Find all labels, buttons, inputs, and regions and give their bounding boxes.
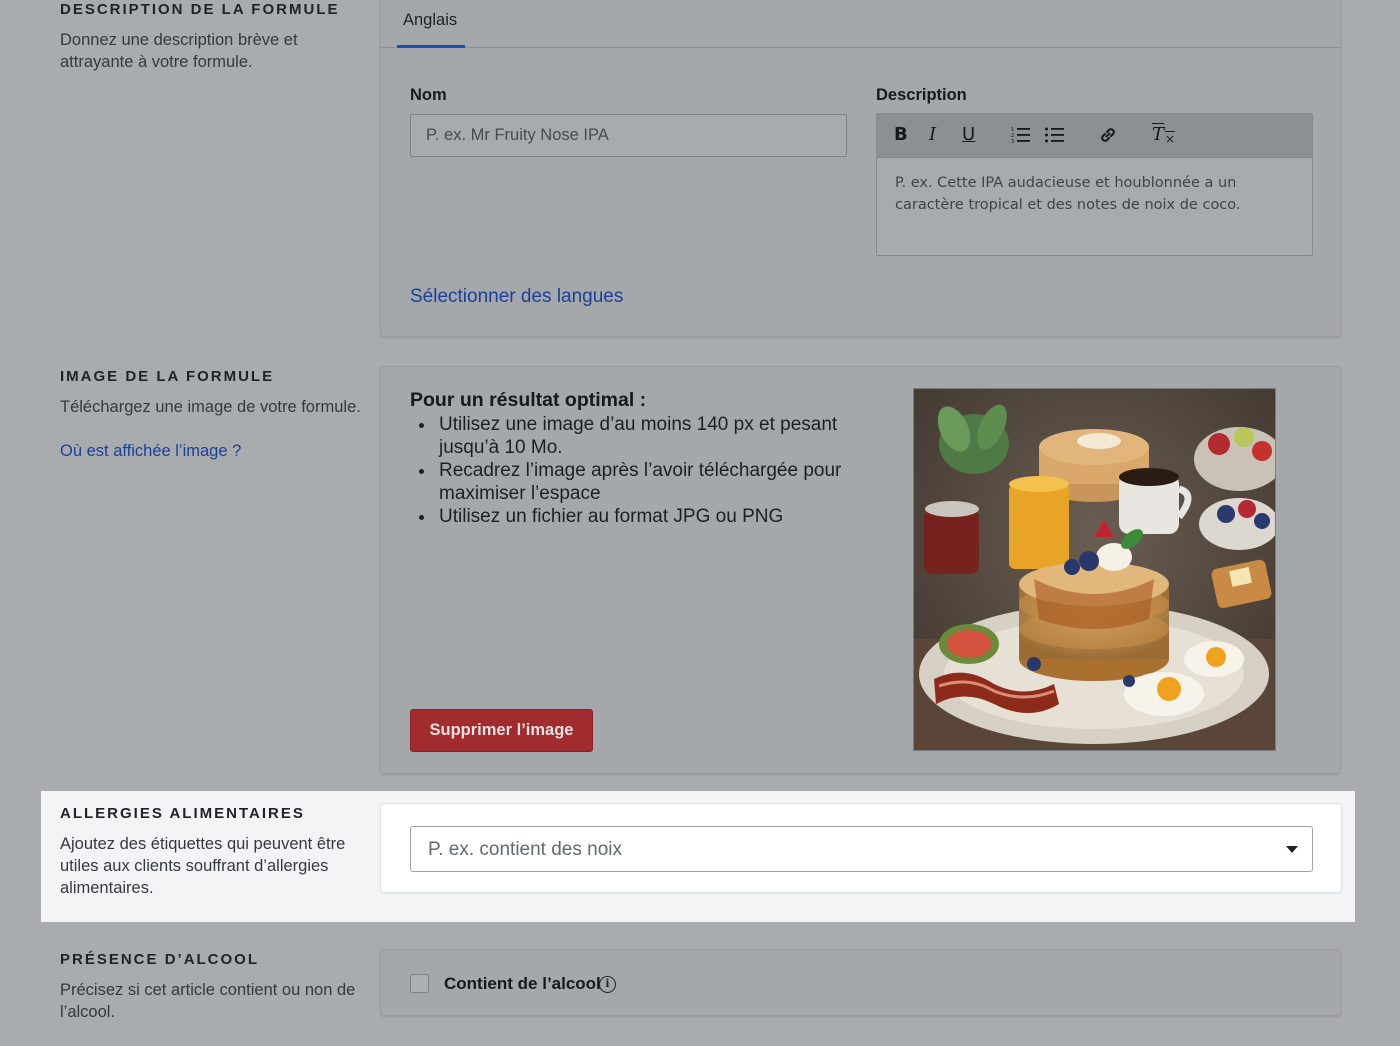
tips-list: Utilisez une image d’au moins 140 px et …: [410, 413, 860, 528]
allergy-select-placeholder: P. ex. contient des noix: [428, 839, 622, 860]
section-title-image: IMAGE DE LA FORMULE: [60, 368, 275, 385]
allergy-card: P. ex. contient des noix: [380, 803, 1342, 893]
info-icon[interactable]: i: [599, 976, 616, 993]
underline-button[interactable]: U: [962, 124, 975, 148]
bold-button[interactable]: B: [894, 124, 908, 148]
section-title-alcohol: PRÉSENCE D’ALCOOL: [60, 951, 260, 968]
name-input[interactable]: [410, 114, 847, 157]
breakfast-photo: [913, 388, 1276, 751]
language-tabs: Anglais: [381, 0, 1340, 48]
italic-button[interactable]: I: [929, 124, 936, 148]
list-item: Utilisez une image d’au moins 140 px et …: [410, 413, 860, 459]
select-languages-link[interactable]: Sélectionner des langues: [410, 286, 623, 308]
allergy-select[interactable]: P. ex. contient des noix: [410, 826, 1313, 872]
list-item: Utilisez un fichier au format JPG ou PNG: [410, 505, 860, 528]
section-desc-alcohol: Précisez si cet article contient ou non …: [60, 981, 356, 1021]
clear-format-label: T: [1152, 124, 1165, 145]
editor-toolbar: B I U 1 2 3 T×: [877, 114, 1312, 158]
section-desc-description: Donnez une description brève et attrayan…: [60, 31, 298, 71]
clear-format-icon[interactable]: T×: [1152, 124, 1175, 148]
section-title-allergies: ALLERGIES ALIMENTAIRES: [60, 805, 305, 822]
allergy-section: ALLERGIES ALIMENTAIRES Ajoutez des étiqu…: [41, 791, 1355, 922]
description-label: Description: [876, 86, 967, 104]
chevron-down-icon: [1286, 846, 1298, 853]
section-title-description: DESCRIPTION DE LA FORMULE: [60, 1, 340, 18]
description-editor[interactable]: B I U 1 2 3 T× P. ex. Cette IPA audacieu…: [876, 113, 1313, 256]
section-desc-allergies: Ajoutez des étiquettes qui peuvent être …: [60, 835, 346, 897]
description-card: Anglais Nom Description B I U 1 2 3: [380, 0, 1341, 337]
contains-alcohol-label[interactable]: Contient de l’alcool: [444, 974, 601, 994]
svg-text:3: 3: [1011, 139, 1014, 144]
ordered-list-icon[interactable]: 1 2 3: [1011, 126, 1031, 150]
tips-title: Pour un résultat optimal :: [410, 389, 647, 411]
list-item: Recadrez l’image après l’avoir télécharg…: [410, 459, 860, 505]
section-desc-image: Téléchargez une image de votre formule.: [60, 398, 361, 416]
delete-image-button[interactable]: Supprimer l’image: [410, 709, 593, 752]
where-image-link[interactable]: Où est affichée l’image ?: [60, 442, 241, 461]
alcohol-card: Contient de l’alcool i: [380, 949, 1341, 1016]
tab-english[interactable]: Anglais: [397, 1, 465, 48]
link-icon[interactable]: [1098, 125, 1118, 149]
description-placeholder: P. ex. Cette IPA audacieuse et houblonné…: [895, 175, 1241, 213]
name-label: Nom: [410, 86, 447, 104]
contains-alcohol-checkbox[interactable]: [410, 974, 429, 993]
image-card: Pour un résultat optimal : Utilisez une …: [380, 366, 1341, 774]
bullet-list-icon[interactable]: [1045, 126, 1065, 150]
